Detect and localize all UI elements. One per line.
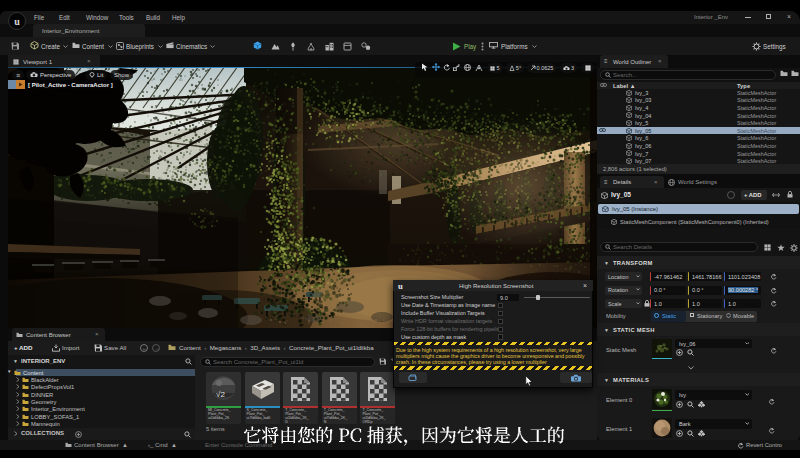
svg-text:√2: √2: [216, 390, 225, 399]
